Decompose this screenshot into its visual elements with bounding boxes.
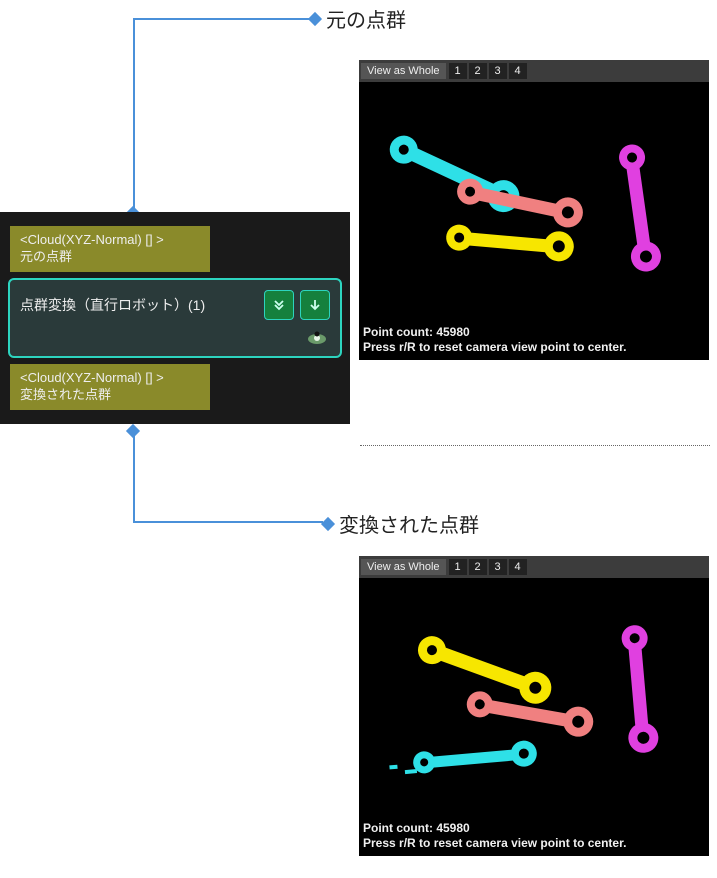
- point-count-label: Point count:: [363, 325, 433, 339]
- viewer-page-2[interactable]: 2: [469, 63, 487, 79]
- node-main[interactable]: 点群変換（直行ロボット）(1): [8, 278, 342, 358]
- port-name-text: 変換された点群: [20, 387, 200, 404]
- viewer-canvas[interactable]: [359, 578, 709, 818]
- label-original: 元の点群: [310, 4, 406, 33]
- point-count-value: 45980: [436, 821, 469, 835]
- reset-hint-text: Press r/R to reset camera view point to …: [363, 836, 626, 852]
- viewer-page-3[interactable]: 3: [489, 63, 507, 79]
- point-count-value: 45980: [436, 325, 469, 339]
- viewer-page-2[interactable]: 2: [469, 559, 487, 575]
- connector-line: [133, 431, 135, 521]
- viewer-page-4[interactable]: 4: [509, 559, 527, 575]
- port-name-text: 元の点群: [20, 249, 200, 266]
- label-transformed: 変換された点群: [323, 509, 479, 538]
- node-button-group: [264, 290, 330, 320]
- viewer-status: Point count: 45980 Press r/R to reset ca…: [359, 321, 630, 360]
- viewer-page-1[interactable]: 1: [449, 63, 467, 79]
- divider: [360, 445, 710, 446]
- connector-line: [133, 18, 313, 20]
- viewer-page-4[interactable]: 4: [509, 63, 527, 79]
- bullet-diamond-icon: [321, 516, 335, 530]
- node-output-port[interactable]: <Cloud(XYZ-Normal) [] > 変換された点群: [10, 364, 210, 410]
- node-block: <Cloud(XYZ-Normal) [] > 元の点群 点群変換（直行ロボット…: [0, 212, 350, 424]
- viewer-page-1[interactable]: 1: [449, 559, 467, 575]
- node-main-row: 点群変換（直行ロボット）(1): [20, 290, 330, 320]
- viewer-canvas[interactable]: [359, 82, 709, 322]
- expand-all-button[interactable]: [264, 290, 294, 320]
- point-count-label: Point count:: [363, 821, 433, 835]
- double-chevron-down-icon: [272, 298, 286, 312]
- node-title-text: 点群変換（直行ロボット）(1): [20, 295, 205, 315]
- connector-line: [133, 521, 323, 523]
- port-type-text: <Cloud(XYZ-Normal) [] >: [20, 370, 200, 387]
- view-mode-button[interactable]: View as Whole: [361, 63, 446, 79]
- label-original-text: 元の点群: [326, 4, 406, 33]
- viewer-toolbar: View as Whole 1 2 3 4: [359, 556, 709, 578]
- viewer-status: Point count: 45980 Press r/R to reset ca…: [359, 817, 630, 856]
- view-mode-button[interactable]: View as Whole: [361, 559, 446, 575]
- viewer-original: View as Whole 1 2 3 4: [359, 60, 709, 360]
- viewer-toolbar: View as Whole 1 2 3 4: [359, 60, 709, 82]
- connector-line: [133, 18, 135, 213]
- arrow-down-icon: [308, 298, 322, 312]
- port-type-text: <Cloud(XYZ-Normal) [] >: [20, 232, 200, 249]
- label-transformed-text: 変換された点群: [339, 509, 479, 538]
- collapse-button[interactable]: [300, 290, 330, 320]
- node-input-port[interactable]: <Cloud(XYZ-Normal) [] > 元の点群: [10, 226, 210, 272]
- reset-hint-text: Press r/R to reset camera view point to …: [363, 340, 626, 356]
- viewer-transformed: View as Whole 1 2 3 4: [359, 556, 709, 856]
- viewer-page-3[interactable]: 3: [489, 559, 507, 575]
- visibility-icon[interactable]: [306, 329, 328, 348]
